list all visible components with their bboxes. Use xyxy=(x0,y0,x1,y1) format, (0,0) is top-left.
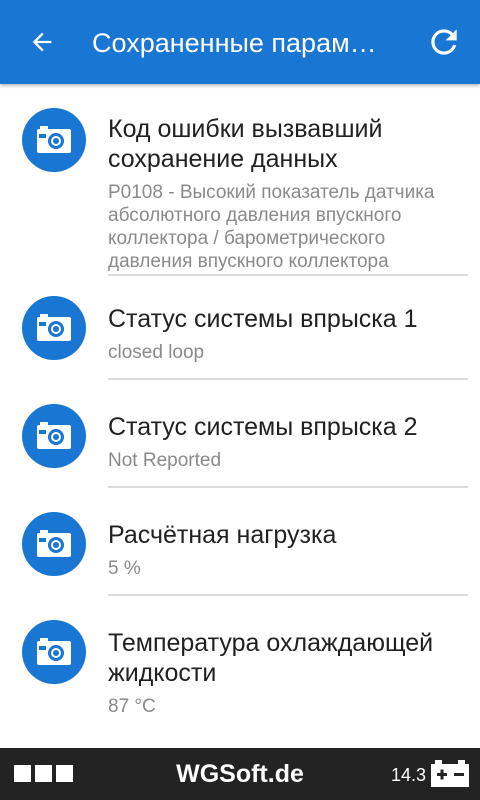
bottom-bar: WGSoft.de 14.3 xyxy=(0,748,480,800)
item-value: closed loop xyxy=(108,342,205,363)
list-item[interactable]: Статус системы впрыска 1 closed loop xyxy=(0,282,480,390)
item-value: 5 % xyxy=(108,558,141,579)
refresh-button[interactable] xyxy=(422,20,466,64)
camera-icon xyxy=(22,620,86,684)
list-item[interactable]: Температура охлаждающей жидкости 87 °C xyxy=(0,606,480,756)
divider xyxy=(108,594,468,596)
list-item[interactable]: Код ошибки вызвавший сохранение данных P… xyxy=(0,86,480,282)
item-value: 87 °C xyxy=(108,696,156,717)
battery-icon xyxy=(430,760,470,793)
camera-icon xyxy=(22,108,86,172)
arrow-back-icon xyxy=(32,32,52,52)
item-title: Код ошибки вызвавший сохранение данных xyxy=(108,115,383,173)
item-title: Температура охлаждающей жидкости xyxy=(108,629,434,687)
item-value: Not Reported xyxy=(108,450,222,471)
camera-icon xyxy=(22,296,86,360)
item-title: Расчётная нагрузка xyxy=(108,521,337,549)
divider xyxy=(108,378,468,380)
divider xyxy=(108,274,468,276)
list-item[interactable]: Расчётная нагрузка 5 % xyxy=(0,498,480,606)
saved-parameters-list: Код ошибки вызвавший сохранение данных P… xyxy=(0,86,480,756)
camera-icon xyxy=(22,404,86,468)
app-bar: Сохраненные парам… xyxy=(0,0,480,84)
divider xyxy=(108,486,468,488)
back-button[interactable] xyxy=(22,22,62,62)
camera-icon xyxy=(22,512,86,576)
item-title: Статус системы впрыска 2 xyxy=(108,413,418,441)
refresh-icon xyxy=(431,29,457,55)
page-title: Сохраненные парам… xyxy=(92,28,377,58)
item-value: P0108 - Высокий показатель датчика абсол… xyxy=(108,182,435,272)
voltage-readout: 14.3 xyxy=(391,765,427,785)
item-title: Статус системы впрыска 1 xyxy=(108,305,418,333)
list-item[interactable]: Статус системы впрыска 2 Not Reported xyxy=(0,390,480,498)
